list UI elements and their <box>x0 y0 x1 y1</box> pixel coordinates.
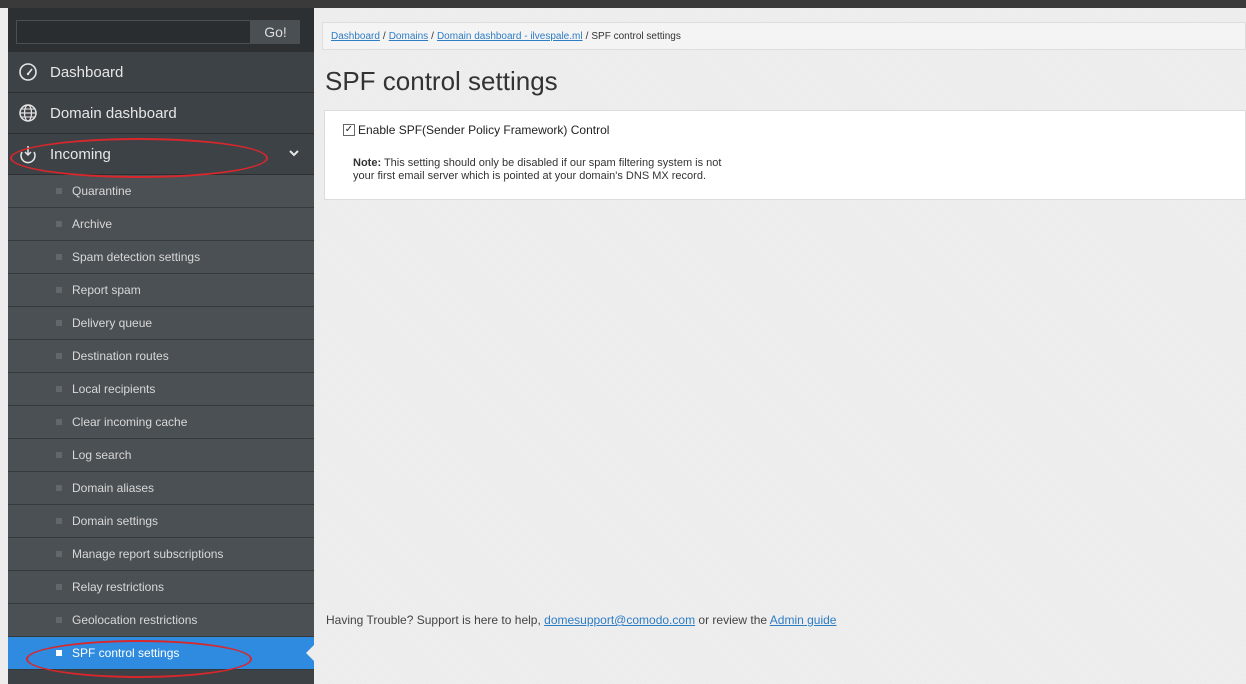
sidebar-subitem-delivery-queue[interactable]: Delivery queue <box>8 307 314 340</box>
sidebar-subitem-label: Delivery queue <box>72 316 153 330</box>
sidebar-subitem-label: Spam detection settings <box>72 250 201 264</box>
bullet-icon <box>56 386 62 392</box>
bullet-icon <box>56 584 62 590</box>
sidebar-subitem-label: Domain settings <box>72 514 159 528</box>
breadcrumb-separator: / <box>585 30 589 42</box>
breadcrumb-link-domains[interactable]: Domains <box>389 31 428 42</box>
bullet-icon <box>56 254 62 260</box>
sidebar-subitem-relay-restrictions[interactable]: Relay restrictions <box>8 571 314 604</box>
bullet-icon <box>56 485 62 491</box>
incoming-icon <box>16 142 40 166</box>
support-email-link[interactable]: domesupport@comodo.com <box>544 613 695 627</box>
sidebar-subitem-label: Geolocation restrictions <box>72 613 198 627</box>
breadcrumb: Dashboard / Domains / Domain dashboard -… <box>322 22 1246 50</box>
sidebar-subitem-destination-routes[interactable]: Destination routes <box>8 340 314 373</box>
bullet-icon <box>56 650 62 656</box>
sidebar-subitem-log-search[interactable]: Log search <box>8 439 314 472</box>
breadcrumb-separator: / <box>431 30 434 42</box>
search-input[interactable] <box>16 20 251 44</box>
sidebar-subitem-clear-incoming-cache[interactable]: Clear incoming cache <box>8 406 314 439</box>
admin-guide-link[interactable]: Admin guide <box>770 613 837 627</box>
sidebar-subitem-domain-aliases[interactable]: Domain aliases <box>8 472 314 505</box>
bullet-icon <box>56 287 62 293</box>
page-title: SPF control settings <box>325 66 558 96</box>
note-line2: your first email server which is pointed… <box>353 170 707 182</box>
sidebar-subitem-label: Domain aliases <box>72 481 155 495</box>
sidebar-item-incoming[interactable]: Incoming <box>8 134 314 175</box>
sidebar-subitem-label: Quarantine <box>72 184 132 198</box>
checkmark-icon: ✓ <box>344 124 354 135</box>
bullet-icon <box>56 419 62 425</box>
bullet-icon <box>56 221 62 227</box>
bullet-icon <box>56 188 62 194</box>
sidebar-subitem-label: Archive <box>72 217 113 231</box>
bullet-icon <box>56 320 62 326</box>
bullet-icon <box>56 518 62 524</box>
bullet-icon <box>56 353 62 359</box>
sidebar-search-row: Go! <box>8 8 314 52</box>
sidebar-subitem-archive[interactable]: Archive <box>8 208 314 241</box>
note-line1: This setting should only be disabled if … <box>381 157 722 169</box>
main-content: Dashboard / Domains / Domain dashboard -… <box>314 8 1246 684</box>
bullet-icon <box>56 617 62 623</box>
note-label: Note: <box>353 157 382 169</box>
sidebar-item-domain-dashboard[interactable]: Domain dashboard <box>8 93 314 134</box>
breadcrumb-current: SPF control settings <box>591 30 681 42</box>
sidebar-item-dashboard[interactable]: Dashboard <box>8 52 314 93</box>
breadcrumb-link-dashboard[interactable]: Dashboard <box>331 31 380 42</box>
footer-middle: or review the <box>695 613 770 627</box>
sidebar-subitem-label: Manage report subscriptions <box>72 547 224 561</box>
chevron-down-icon <box>288 146 300 163</box>
sidebar: Go! Dashboard Domain dashboard Incoming … <box>8 8 314 684</box>
breadcrumb-separator: / <box>382 30 386 42</box>
sidebar-subitem-label: Relay restrictions <box>72 580 165 594</box>
dashboard-gauge-icon <box>16 60 40 84</box>
sidebar-subitem-label: Report spam <box>72 283 141 297</box>
selected-pointer-icon <box>306 645 314 661</box>
incoming-submenu: Quarantine Archive Spam detection settin… <box>8 175 314 670</box>
sidebar-subitem-geolocation-restrictions[interactable]: Geolocation restrictions <box>8 604 314 637</box>
footer-help: Having Trouble? Support is here to help,… <box>326 613 836 627</box>
sidebar-subitem-quarantine[interactable]: Quarantine <box>8 175 314 208</box>
go-button[interactable]: Go! <box>251 20 300 44</box>
breadcrumb-link-domain-dashboard[interactable]: Domain dashboard - ilvespale.ml <box>437 31 583 42</box>
footer-prefix: Having Trouble? Support is here to help, <box>326 613 545 627</box>
sidebar-item-label: Domain dashboard <box>50 104 177 122</box>
sidebar-subitem-spam-detection-settings[interactable]: Spam detection settings <box>8 241 314 274</box>
top-bar <box>0 0 1246 8</box>
sidebar-item-label: Incoming <box>50 145 111 163</box>
enable-spf-checkbox[interactable]: ✓ <box>343 124 355 136</box>
sidebar-subitem-label: Clear incoming cache <box>72 415 188 429</box>
globe-icon <box>16 101 40 125</box>
sidebar-subitem-label: Log search <box>72 448 132 462</box>
sidebar-subitem-domain-settings[interactable]: Domain settings <box>8 505 314 538</box>
enable-spf-label: Enable SPF(Sender Policy Framework) Cont… <box>358 123 610 137</box>
settings-panel: ✓ Enable SPF(Sender Policy Framework) Co… <box>324 110 1246 200</box>
sidebar-subitem-label: Local recipients <box>72 382 156 396</box>
sidebar-subitem-manage-report-subscriptions[interactable]: Manage report subscriptions <box>8 538 314 571</box>
sidebar-subitem-label: SPF control settings <box>72 646 180 660</box>
sidebar-subitem-report-spam[interactable]: Report spam <box>8 274 314 307</box>
sidebar-subitem-local-recipients[interactable]: Local recipients <box>8 373 314 406</box>
sidebar-subitem-spf-control-settings[interactable]: SPF control settings <box>8 637 314 670</box>
bullet-icon <box>56 551 62 557</box>
bullet-icon <box>56 452 62 458</box>
enable-spf-checkbox-row[interactable]: ✓ Enable SPF(Sender Policy Framework) Co… <box>343 123 609 137</box>
sidebar-item-label: Dashboard <box>50 63 124 81</box>
note-text: Note: This setting should only be disabl… <box>353 157 833 183</box>
sidebar-subitem-label: Destination routes <box>72 349 169 363</box>
